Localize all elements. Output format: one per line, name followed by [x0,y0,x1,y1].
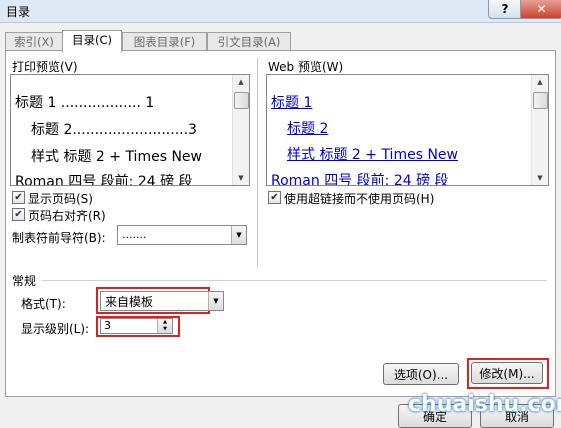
check-icon: ✔ [14,191,23,203]
spinner-arrows[interactable]: ▲ ▼ [157,319,172,333]
tab-index[interactable]: 索引(X) [5,32,63,51]
tab-leader-value: ....... [122,228,147,241]
modify-button[interactable]: 修改(M)... [471,362,543,384]
general-section-label: 常规 [12,274,37,288]
scroll-up-icon[interactable]: ▲ [532,75,548,89]
print-preview-label: 打印预览(V) [12,60,78,74]
print-preview-box: 标题 1 .................. 1 标题 2..........… [10,74,250,186]
help-button[interactable]: ? [488,0,522,19]
scroll-thumb[interactable] [234,92,249,109]
tab-citations[interactable]: 引文目录(A) [207,32,291,51]
format-value: 来自模板 [105,295,154,309]
web-preview-line-1[interactable]: 标题 1 [271,92,312,112]
close-icon: ✕ [536,2,547,16]
levels-spinner[interactable]: 3 ▲ ▼ [100,318,173,334]
tab-leader-label: 制表符前导符(B): [12,231,106,245]
show-page-numbers-checkbox[interactable]: ✔ [12,191,25,204]
options-button[interactable]: 选项(O)... [383,363,459,385]
print-preview-line-2: 标题 2..........................3 [31,122,197,138]
column-divider [257,58,258,268]
chevron-down-icon[interactable]: ▼ [231,226,246,244]
window-title: 目录 [6,5,31,19]
print-preview-scrollbar[interactable]: ▲ ▼ [232,75,249,185]
web-preview-line-3[interactable]: 样式 标题 2 + Times New [287,144,458,164]
check-icon: ✔ [14,208,23,220]
print-preview-line-3: 样式 标题 2 + Times New [31,149,202,165]
general-divider [42,280,547,281]
close-button[interactable]: ✕ [520,0,561,19]
right-align-checkbox[interactable]: ✔ [12,208,25,221]
use-hyperlinks-checkbox[interactable]: ✔ [268,191,281,204]
format-select[interactable]: 来自模板 ▼ [100,291,224,311]
scroll-up-icon[interactable]: ▲ [233,75,249,89]
print-preview-line-4: Roman 四号 段前: 24 磅 段 [15,174,193,186]
web-preview-line-2[interactable]: 标题 2 [287,118,328,138]
web-preview-scrollbar[interactable]: ▲ ▼ [531,75,548,185]
scroll-down-icon[interactable]: ▼ [233,171,249,185]
scroll-thumb[interactable] [533,92,548,109]
tab-toc[interactable]: 目录(C) [62,30,122,52]
check-icon: ✔ [270,191,279,203]
tab-figures[interactable]: 图表目录(F) [122,32,207,51]
print-preview-line-1: 标题 1 .................. 1 [15,95,155,111]
chevron-down-icon[interactable]: ▼ [208,292,223,310]
right-align-label[interactable]: 页码右对齐(R) [28,207,106,224]
spin-up-icon[interactable]: ▲ [158,319,172,326]
use-hyperlinks-label[interactable]: 使用超链接而不使用页码(H) [284,190,434,207]
web-preview-label: Web 预览(W) [268,60,344,74]
show-page-numbers-label[interactable]: 显示页码(S) [28,190,93,207]
tab-leader-select[interactable]: ....... ▼ [117,225,247,245]
format-label: 格式(T): [21,297,66,311]
spin-down-icon[interactable]: ▼ [158,326,172,333]
levels-label: 显示级别(L): [21,322,90,336]
levels-value: 3 [104,319,111,332]
web-preview-box: 标题 1 标题 2 样式 标题 2 + Times New Roman 四号 段… [266,74,549,186]
web-preview-line-4[interactable]: Roman 四号 段前: 24 磅 段 [271,170,449,185]
scroll-down-icon[interactable]: ▼ [532,171,548,185]
watermark-text: chuaishu.com [408,392,561,417]
title-bar [0,0,561,23]
